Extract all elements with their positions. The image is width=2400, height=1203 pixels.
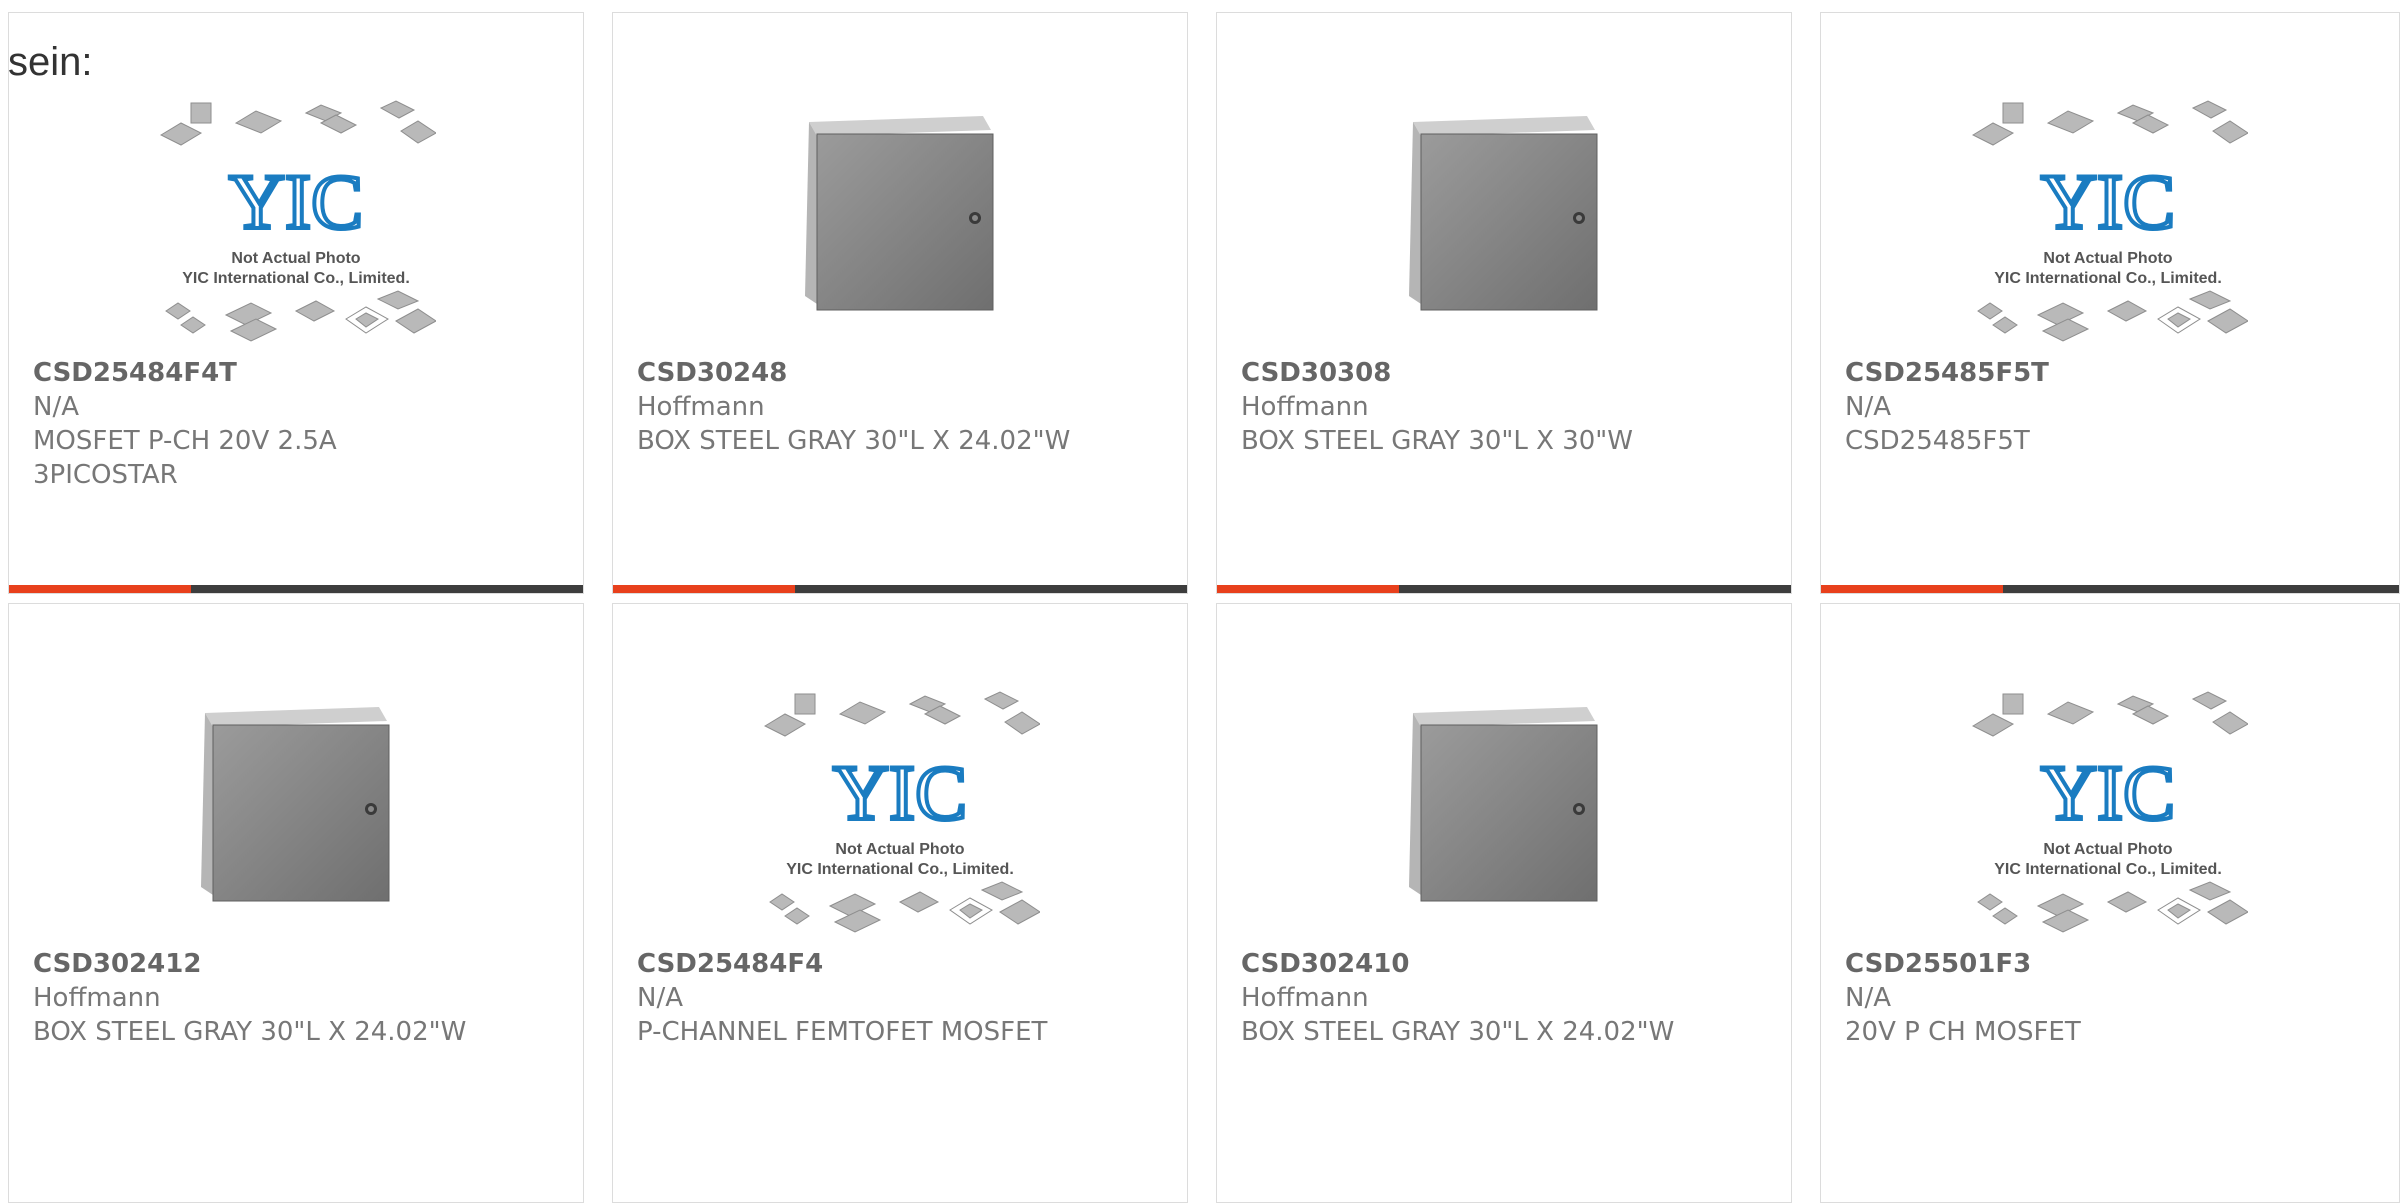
- product-part-number[interactable]: CSD302412: [33, 947, 571, 981]
- product-card[interactable]: YIC Not Actual Photo YIC International C…: [8, 12, 584, 594]
- svg-text:Not Actual Photo: Not Actual Photo: [231, 250, 360, 267]
- card-accent-bar: [613, 585, 795, 593]
- product-card[interactable]: CSD30248 Hoffmann BOX STEEL GRAY 30"L X …: [612, 12, 1188, 594]
- svg-text:YIC International Co., Limited: YIC International Co., Limited.: [1994, 270, 2222, 287]
- card-footer-bar: [1821, 585, 2399, 593]
- product-thumbnail[interactable]: [9, 664, 583, 954]
- product-manufacturer: Hoffmann: [1241, 392, 1369, 422]
- product-thumbnail[interactable]: [613, 73, 1187, 363]
- product-thumbnail[interactable]: YIC Not Actual Photo YIC International C…: [1821, 664, 2395, 954]
- svg-text:Not Actual Photo: Not Actual Photo: [2043, 841, 2172, 858]
- yic-logo: YIC: [2041, 158, 2175, 245]
- placeholder-chip-image: YIC Not Actual Photo YIC International C…: [1971, 691, 2248, 933]
- placeholder-chip-image: YIC Not Actual Photo YIC International C…: [763, 691, 1040, 933]
- product-thumbnail[interactable]: YIC Not Actual Photo YIC International C…: [613, 664, 1187, 954]
- product-description-cont: 3PICOSTAR: [33, 460, 178, 490]
- product-card[interactable]: YIC Not Actual Photo YIC International C…: [1820, 12, 2400, 594]
- product-card[interactable]: YIC Not Actual Photo YIC International C…: [1820, 603, 2400, 1203]
- product-description: 20V P CH MOSFET: [1845, 1017, 2081, 1047]
- product-description: MOSFET P-CH 20V 2.5A: [33, 426, 337, 456]
- product-manufacturer: Hoffmann: [33, 983, 161, 1013]
- svg-text:Not Actual Photo: Not Actual Photo: [835, 841, 964, 858]
- product-part-number[interactable]: CSD25501F3: [1845, 947, 2387, 981]
- yic-logo: YIC: [229, 158, 363, 245]
- product-description: BOX STEEL GRAY 30"L X 24.02"W: [637, 426, 1071, 456]
- steel-enclosure-image: [201, 707, 390, 902]
- product-part-number[interactable]: CSD30308: [1241, 356, 1779, 390]
- product-thumbnail[interactable]: [1217, 73, 1791, 363]
- product-description: BOX STEEL GRAY 30"L X 24.02"W: [33, 1017, 467, 1047]
- yic-logo: YIC: [833, 749, 967, 836]
- card-footer-bar: [1217, 585, 1791, 593]
- product-thumbnail[interactable]: YIC Not Actual Photo YIC International C…: [1821, 73, 2395, 363]
- yic-logo: YIC: [2041, 749, 2175, 836]
- product-part-number[interactable]: CSD25485F5T: [1845, 356, 2387, 390]
- product-part-number[interactable]: CSD30248: [637, 356, 1175, 390]
- product-manufacturer: N/A: [1845, 983, 1891, 1013]
- card-accent-bar: [9, 585, 191, 593]
- svg-text:YIC International Co., Limited: YIC International Co., Limited.: [182, 270, 410, 287]
- steel-enclosure-image: [1409, 707, 1598, 902]
- product-card[interactable]: CSD30308 Hoffmann BOX STEEL GRAY 30"L X …: [1216, 12, 1792, 594]
- product-description: BOX STEEL GRAY 30"L X 24.02"W: [1241, 1017, 1675, 1047]
- product-part-number[interactable]: CSD25484F4T: [33, 356, 571, 390]
- card-footer-bar: [613, 585, 1187, 593]
- placeholder-chip-image: YIC Not Actual Photo YIC International C…: [1971, 100, 2248, 342]
- product-manufacturer: Hoffmann: [637, 392, 765, 422]
- product-description: BOX STEEL GRAY 30"L X 30"W: [1241, 426, 1633, 456]
- product-card[interactable]: CSD302412 Hoffmann BOX STEEL GRAY 30"L X…: [8, 603, 584, 1203]
- svg-text:Not Actual Photo: Not Actual Photo: [2043, 250, 2172, 267]
- product-description: P-CHANNEL FEMTOFET MOSFET: [637, 1017, 1048, 1047]
- product-manufacturer: N/A: [33, 392, 79, 422]
- card-accent-bar: [1217, 585, 1399, 593]
- card-footer-bar: [9, 585, 583, 593]
- product-thumbnail[interactable]: YIC Not Actual Photo YIC International C…: [9, 73, 583, 363]
- product-manufacturer: N/A: [1845, 392, 1891, 422]
- product-manufacturer: N/A: [637, 983, 683, 1013]
- intro-text: sein:: [8, 40, 93, 84]
- steel-enclosure-image: [1409, 116, 1598, 311]
- placeholder-chip-image: YIC Not Actual Photo YIC International C…: [159, 100, 436, 342]
- svg-text:YIC International Co., Limited: YIC International Co., Limited.: [786, 861, 1014, 878]
- product-card[interactable]: CSD302410 Hoffmann BOX STEEL GRAY 30"L X…: [1216, 603, 1792, 1203]
- steel-enclosure-image: [805, 116, 994, 311]
- product-manufacturer: Hoffmann: [1241, 983, 1369, 1013]
- product-part-number[interactable]: CSD302410: [1241, 947, 1779, 981]
- product-thumbnail[interactable]: [1217, 664, 1791, 954]
- product-description: CSD25485F5T: [1845, 426, 2030, 456]
- product-card[interactable]: YIC Not Actual Photo YIC International C…: [612, 603, 1188, 1203]
- card-accent-bar: [1821, 585, 2003, 593]
- svg-text:YIC International Co., Limited: YIC International Co., Limited.: [1994, 861, 2222, 878]
- product-part-number[interactable]: CSD25484F4: [637, 947, 1175, 981]
